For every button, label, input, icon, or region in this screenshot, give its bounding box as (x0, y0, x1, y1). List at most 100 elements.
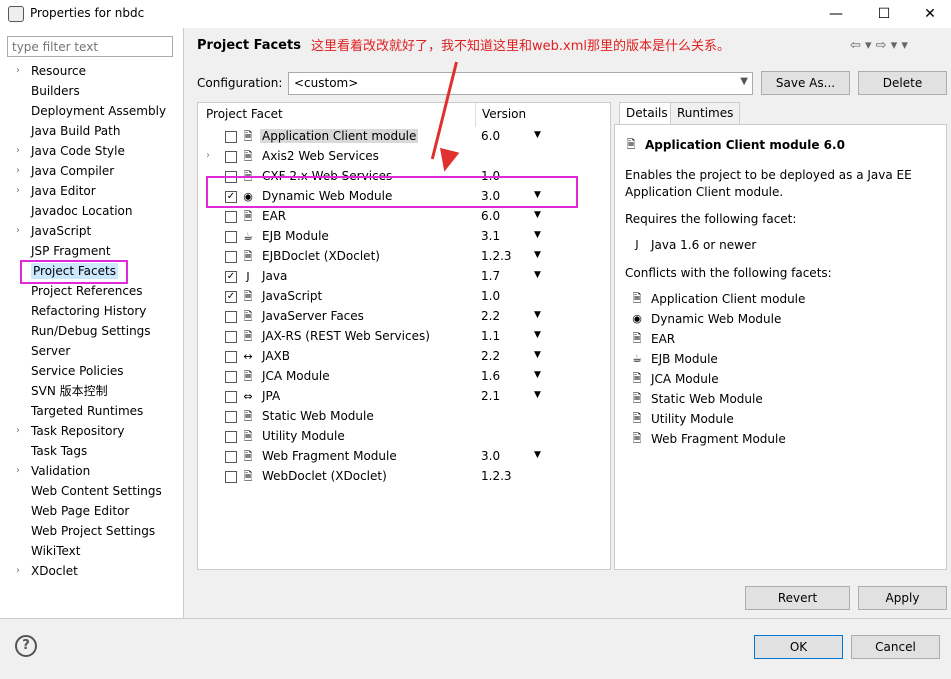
table-row[interactable]: 🗎 Static Web Module (198, 407, 610, 427)
facet-version[interactable]: 3.1 (481, 229, 500, 243)
facet-version[interactable]: 2.2 (481, 349, 500, 363)
chevron-down-icon[interactable]: ▼ (534, 370, 541, 380)
chevron-down-icon[interactable]: ▼ (534, 450, 541, 460)
table-row[interactable]: 🗎 EAR 6.0 ▼ (198, 207, 610, 227)
expand-arrow-icon[interactable]: › (206, 150, 210, 161)
facet-checkbox[interactable]: ✓ (225, 271, 237, 283)
facet-checkbox[interactable] (225, 351, 237, 363)
table-row[interactable]: 🗎 EJBDoclet (XDoclet) 1.2.3 ▼ (198, 247, 610, 267)
sidebar-item[interactable]: Web Page Editor (31, 501, 129, 521)
chevron-down-icon[interactable]: ▼ (534, 270, 541, 280)
chevron-down-icon[interactable]: ▼ (534, 390, 541, 400)
sidebar-item[interactable]: Project References (31, 281, 143, 301)
save-as-button[interactable]: Save As... (761, 71, 850, 95)
facet-checkbox[interactable] (225, 371, 237, 383)
facet-version[interactable]: 1.6 (481, 369, 500, 383)
table-row[interactable]: ✓ 🗎 JavaScript 1.0 (198, 287, 610, 307)
ok-button[interactable]: OK (754, 635, 843, 659)
table-row[interactable]: ✓ J Java 1.7 ▼ (198, 267, 610, 287)
sidebar-item[interactable]: Builders (31, 81, 80, 101)
table-row[interactable]: 🗎 JCA Module 1.6 ▼ (198, 367, 610, 387)
filter-input[interactable] (7, 36, 173, 57)
expand-arrow-icon[interactable]: › (16, 161, 26, 181)
facet-checkbox[interactable] (225, 131, 237, 143)
sidebar-item[interactable]: Refactoring History (31, 301, 146, 321)
facet-checkbox[interactable] (225, 411, 237, 423)
facet-version[interactable]: 6.0 (481, 209, 500, 223)
table-row[interactable]: 🗎 JAX-RS (REST Web Services) 1.1 ▼ (198, 327, 610, 347)
revert-button[interactable]: Revert (745, 586, 850, 610)
facet-version[interactable]: 3.0 (481, 449, 500, 463)
delete-button[interactable]: Delete (858, 71, 947, 95)
facet-version[interactable]: 2.1 (481, 389, 500, 403)
chevron-down-icon[interactable]: ▼ (534, 210, 541, 220)
sidebar-item[interactable]: Resource (31, 61, 86, 81)
column-header-version[interactable]: Version (482, 107, 526, 121)
facet-version[interactable]: 1.7 (481, 269, 500, 283)
facet-checkbox[interactable] (225, 231, 237, 243)
apply-button[interactable]: Apply (858, 586, 947, 610)
facet-checkbox[interactable] (225, 331, 237, 343)
expand-arrow-icon[interactable]: › (16, 461, 26, 481)
facet-checkbox[interactable] (225, 431, 237, 443)
sidebar-item[interactable]: Java Editor (31, 181, 96, 201)
facet-checkbox[interactable] (225, 311, 237, 323)
cancel-button[interactable]: Cancel (851, 635, 940, 659)
sidebar-item[interactable]: Task Repository (31, 421, 125, 441)
maximize-button[interactable]: ☐ (861, 0, 907, 28)
table-row[interactable]: ↔ JAXB 2.2 ▼ (198, 347, 610, 367)
tab-runtimes[interactable]: Runtimes (670, 102, 741, 124)
sidebar-item[interactable]: Task Tags (31, 441, 87, 461)
table-row[interactable]: 🗎 Application Client module 6.0 ▼ (198, 127, 610, 147)
expand-arrow-icon[interactable]: › (16, 421, 26, 441)
history-nav[interactable]: ⇦ ▾ ⇨ ▾ ▾ (850, 38, 908, 53)
sidebar-item[interactable]: Web Project Settings (31, 521, 155, 541)
facet-checkbox[interactable] (225, 471, 237, 483)
chevron-down-icon[interactable]: ▼ (534, 230, 541, 240)
table-row[interactable]: ⇔ JPA 2.1 ▼ (198, 387, 610, 407)
facet-checkbox[interactable] (225, 251, 237, 263)
sidebar-item[interactable]: JSP Fragment (31, 241, 111, 261)
sidebar-item[interactable]: Javadoc Location (31, 201, 132, 221)
facet-version[interactable]: 1.1 (481, 329, 500, 343)
sidebar-item[interactable]: Server (31, 341, 70, 361)
table-row[interactable]: 🗎 JavaServer Faces 2.2 ▼ (198, 307, 610, 327)
table-row[interactable]: 🗎 Web Fragment Module 3.0 ▼ (198, 447, 610, 467)
facet-version[interactable]: 6.0 (481, 129, 500, 143)
sidebar-item[interactable]: Deployment Assembly (31, 101, 166, 121)
sidebar-item[interactable]: XDoclet (31, 561, 78, 581)
sidebar-item[interactable]: Run/Debug Settings (31, 321, 151, 341)
chevron-down-icon[interactable]: ▼ (534, 350, 541, 360)
expand-arrow-icon[interactable]: › (16, 61, 26, 81)
facet-checkbox[interactable] (225, 151, 237, 163)
sidebar-item[interactable]: SVN 版本控制 (31, 381, 108, 401)
tab-details[interactable]: Details (619, 102, 675, 124)
sidebar-item[interactable]: Validation (31, 461, 90, 481)
sidebar-item[interactable]: Java Build Path (31, 121, 120, 141)
facet-checkbox[interactable] (225, 391, 237, 403)
chevron-down-icon[interactable]: ▼ (534, 130, 541, 140)
configuration-select[interactable]: <custom> ▼ (288, 72, 753, 95)
table-row[interactable]: ☕ EJB Module 3.1 ▼ (198, 227, 610, 247)
sidebar-item[interactable]: Targeted Runtimes (31, 401, 143, 421)
table-row[interactable]: › 🗎 Axis2 Web Services (198, 147, 610, 167)
help-icon[interactable]: ? (15, 635, 37, 657)
sidebar-item[interactable]: JavaScript (31, 221, 91, 241)
facet-checkbox[interactable] (225, 211, 237, 223)
chevron-down-icon[interactable]: ▼ (534, 310, 541, 320)
expand-arrow-icon[interactable]: › (16, 181, 26, 201)
table-row[interactable]: 🗎 Utility Module (198, 427, 610, 447)
sidebar-item[interactable]: Java Compiler (31, 161, 114, 181)
sidebar-item[interactable]: Web Content Settings (31, 481, 162, 501)
facet-checkbox[interactable] (225, 451, 237, 463)
facet-version[interactable]: 1.2.3 (481, 249, 512, 263)
expand-arrow-icon[interactable]: › (16, 561, 26, 581)
close-button[interactable]: ✕ (907, 0, 951, 28)
sidebar-item[interactable]: WikiText (31, 541, 81, 561)
facet-checkbox[interactable]: ✓ (225, 291, 237, 303)
chevron-down-icon[interactable]: ▼ (534, 330, 541, 340)
table-row[interactable]: 🗎 WebDoclet (XDoclet) 1.2.3 (198, 467, 610, 487)
sidebar-item[interactable]: Java Code Style (31, 141, 125, 161)
expand-arrow-icon[interactable]: › (16, 221, 26, 241)
minimize-button[interactable]: — (813, 0, 859, 28)
